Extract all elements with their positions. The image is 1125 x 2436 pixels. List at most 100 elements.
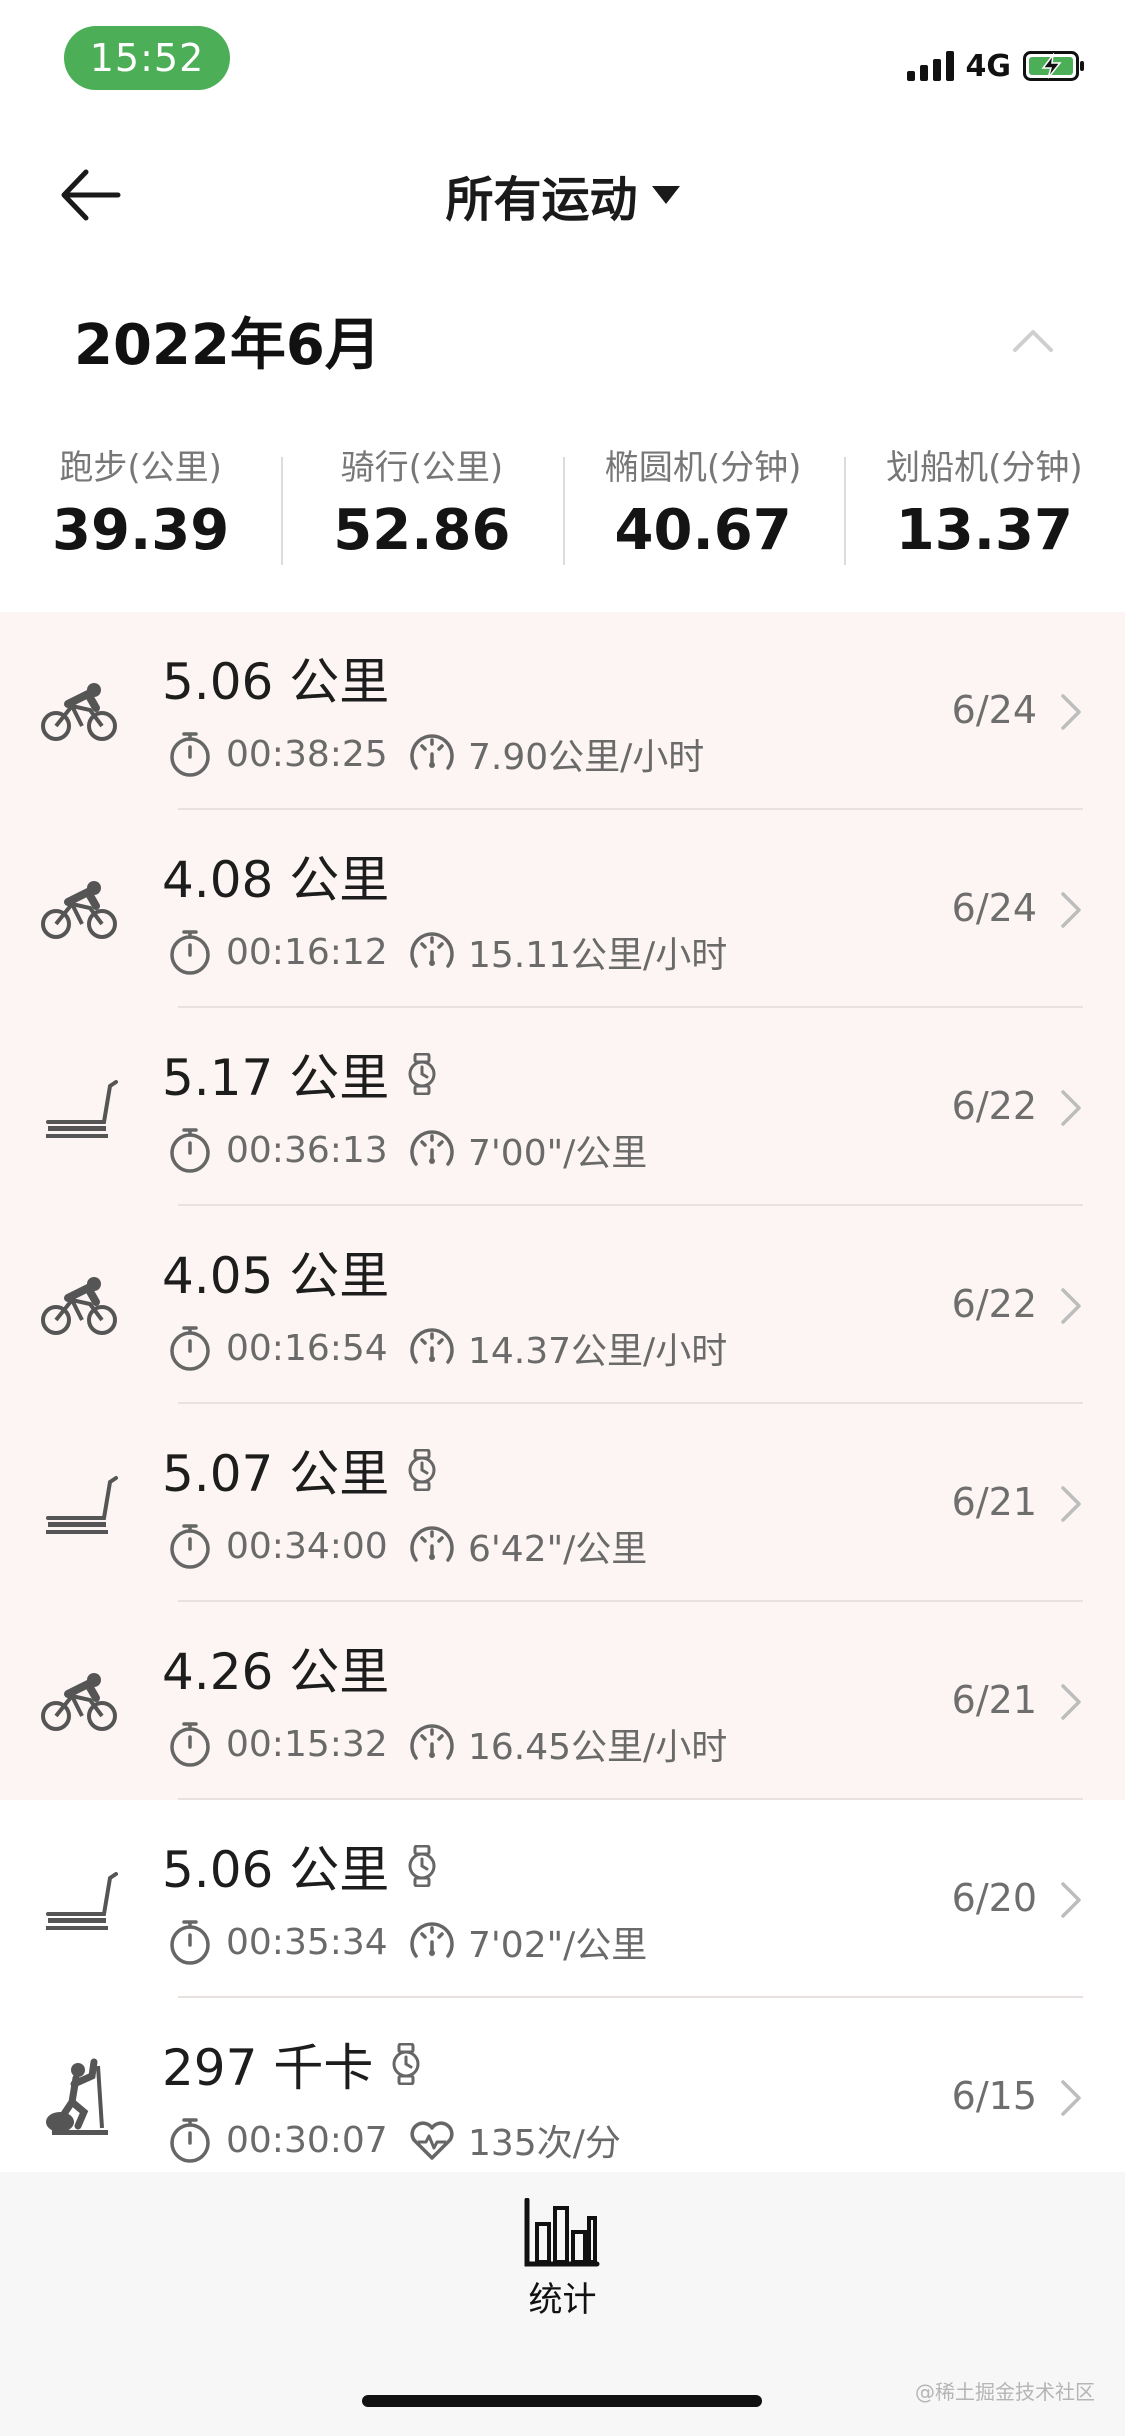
speedometer-icon — [410, 1328, 454, 1364]
workout-metric: 4.08 公里 — [162, 840, 389, 912]
stat-value: 7.90公里/小时 — [468, 737, 705, 778]
duration-stat: 00:15:32 — [166, 1720, 408, 1768]
speed-stat: 15.11公里/小时 — [408, 926, 727, 978]
workout-row[interactable]: 5.06 公里 00:35:34 7'02"/公里 6/20 — [0, 1800, 1125, 1998]
stopwatch-icon — [170, 1524, 210, 1569]
chevron-right-icon — [1061, 1486, 1081, 1522]
watch-icon — [408, 1053, 436, 1095]
page-title: 所有运动 — [445, 172, 638, 228]
workout-row[interactable]: 4.05 公里 00:16:54 14.37公里/小时 6/22 — [0, 1206, 1125, 1404]
duration-value: 00:38:25 — [226, 733, 388, 775]
sport-filter-dropdown[interactable]: 所有运动 — [0, 160, 1125, 230]
battery-charging-icon — [1023, 51, 1084, 81]
stat-value: 16.45公里/小时 — [468, 1727, 728, 1768]
summary-label: 跑步(公里) — [59, 448, 222, 488]
tab-label: 统计 — [528, 2280, 597, 2320]
stat-value: 135次/分 — [468, 2123, 621, 2164]
heart-rate-stat: 135次/分 — [408, 2114, 621, 2166]
workout-stats: 00:38:25 7.90公里/小时 — [166, 728, 704, 780]
chevron-right-icon — [1061, 1090, 1081, 1126]
workout-stats: 00:30:07 135次/分 — [166, 2114, 621, 2166]
stat-value: 14.37公里/小时 — [468, 1331, 728, 1372]
workout-metric: 5.17 公里 — [162, 1038, 439, 1110]
signal-icon — [906, 51, 954, 81]
treadmill-icon — [46, 1476, 118, 1534]
workout-stats: 00:36:13 7'00"/公里 — [166, 1124, 647, 1176]
monthly-summary: 跑步(公里) 39.39 骑行(公里) 52.86 椭圆机(分钟) 40.67 … — [0, 445, 1125, 575]
workout-metric-value: 5.07 公里 — [162, 1445, 390, 1503]
workout-date: 6/24 — [951, 688, 1037, 732]
workout-date: 6/20 — [951, 1876, 1037, 1920]
stat-value: 7'00"/公里 — [468, 1133, 648, 1174]
caret-down-icon — [651, 186, 680, 204]
workout-date: 6/15 — [951, 2074, 1037, 2118]
workout-row[interactable]: 297 千卡 00:30:07 135次/分 6/15 — [0, 1998, 1125, 2196]
workout-metric: 5.07 公里 — [162, 1434, 439, 1506]
duration-value: 00:34:00 — [226, 1525, 388, 1567]
watch-icon — [408, 1449, 436, 1491]
speedometer-icon — [410, 1130, 454, 1166]
stat-value: 15.11公里/小时 — [468, 935, 728, 976]
cycling-icon — [41, 683, 117, 741]
workout-row[interactable]: 4.26 公里 00:15:32 16.45公里/小时 6/21 — [0, 1602, 1125, 1800]
workout-stats: 00:35:34 7'02"/公里 — [166, 1916, 647, 1968]
stopwatch-icon — [170, 1920, 210, 1965]
workout-row[interactable]: 5.17 公里 00:36:13 7'00"/公里 6/22 — [0, 1008, 1125, 1206]
heart-rate-icon — [410, 2121, 454, 2160]
watermark: @稀土掘金技术社区 — [915, 2380, 1095, 2404]
chevron-right-icon — [1061, 1882, 1081, 1918]
workout-stats: 00:16:54 14.37公里/小时 — [166, 1322, 727, 1374]
stopwatch-icon — [170, 1722, 210, 1767]
duration-stat: 00:38:25 — [166, 730, 408, 778]
duration-value: 00:30:07 — [226, 2119, 388, 2161]
summary-cycling: 骑行(公里) 52.86 — [281, 445, 562, 575]
stopwatch-icon — [170, 930, 210, 975]
home-indicator[interactable] — [362, 2395, 762, 2407]
duration-stat: 00:34:00 — [166, 1522, 408, 1570]
chevron-up-icon[interactable] — [1011, 320, 1055, 360]
workout-row[interactable]: 5.06 公里 00:38:25 7.90公里/小时 6/24 — [0, 612, 1125, 810]
chevron-right-icon — [1061, 2080, 1081, 2116]
summary-running: 跑步(公里) 39.39 — [0, 445, 281, 575]
workout-date: 6/24 — [951, 886, 1037, 930]
duration-value: 00:35:34 — [226, 1921, 388, 1963]
stopwatch-icon — [170, 1326, 210, 1371]
duration-value: 00:15:32 — [226, 1723, 388, 1765]
summary-value: 52.86 — [333, 498, 511, 563]
workout-row[interactable]: 4.08 公里 00:16:12 15.11公里/小时 6/24 — [0, 810, 1125, 1008]
cycling-icon — [41, 1673, 117, 1731]
summary-rowing: 划船机(分钟) 13.37 — [843, 445, 1125, 575]
speed-stat: 7'02"/公里 — [408, 1916, 647, 1968]
duration-value: 00:36:13 — [226, 1129, 388, 1171]
workout-metric-value: 5.06 公里 — [162, 1841, 390, 1899]
workout-row[interactable]: 5.07 公里 00:34:00 6'42"/公里 6/21 — [0, 1404, 1125, 1602]
workout-metric-value: 4.08 公里 — [162, 851, 390, 909]
speedometer-icon — [410, 1922, 454, 1958]
workout-list: 5.06 公里 00:38:25 7.90公里/小时 6/24 4.08 公里 00:16… — [0, 612, 1125, 2196]
speed-stat: 7.90公里/小时 — [408, 728, 704, 780]
cycling-icon — [41, 1277, 117, 1335]
cycling-icon — [41, 881, 117, 939]
chevron-right-icon — [1061, 1684, 1081, 1720]
workout-date: 6/21 — [951, 1480, 1037, 1524]
stopwatch-icon — [170, 732, 210, 777]
stopwatch-icon — [170, 2118, 210, 2163]
workout-metric: 297 千卡 — [162, 2028, 423, 2100]
workout-metric-value: 4.26 公里 — [162, 1643, 390, 1701]
chevron-right-icon — [1061, 694, 1081, 730]
workout-metric: 4.05 公里 — [162, 1236, 389, 1308]
duration-stat: 00:16:12 — [166, 928, 408, 976]
workout-metric: 4.26 公里 — [162, 1632, 389, 1704]
workout-stats: 00:15:32 16.45公里/小时 — [166, 1718, 727, 1770]
workout-metric-value: 5.06 公里 — [162, 653, 390, 711]
workout-date: 6/22 — [951, 1084, 1037, 1128]
chevron-right-icon — [1061, 1288, 1081, 1324]
summary-elliptical: 椭圆机(分钟) 40.67 — [562, 445, 844, 575]
speedometer-icon — [410, 932, 454, 968]
speedometer-icon — [410, 734, 454, 770]
stat-value: 7'02"/公里 — [468, 1925, 648, 1966]
status-indicators: 4G — [906, 46, 1086, 86]
workout-metric-value: 4.05 公里 — [162, 1247, 390, 1305]
summary-label: 骑行(公里) — [340, 448, 504, 488]
duration-stat: 00:35:34 — [166, 1918, 408, 1966]
